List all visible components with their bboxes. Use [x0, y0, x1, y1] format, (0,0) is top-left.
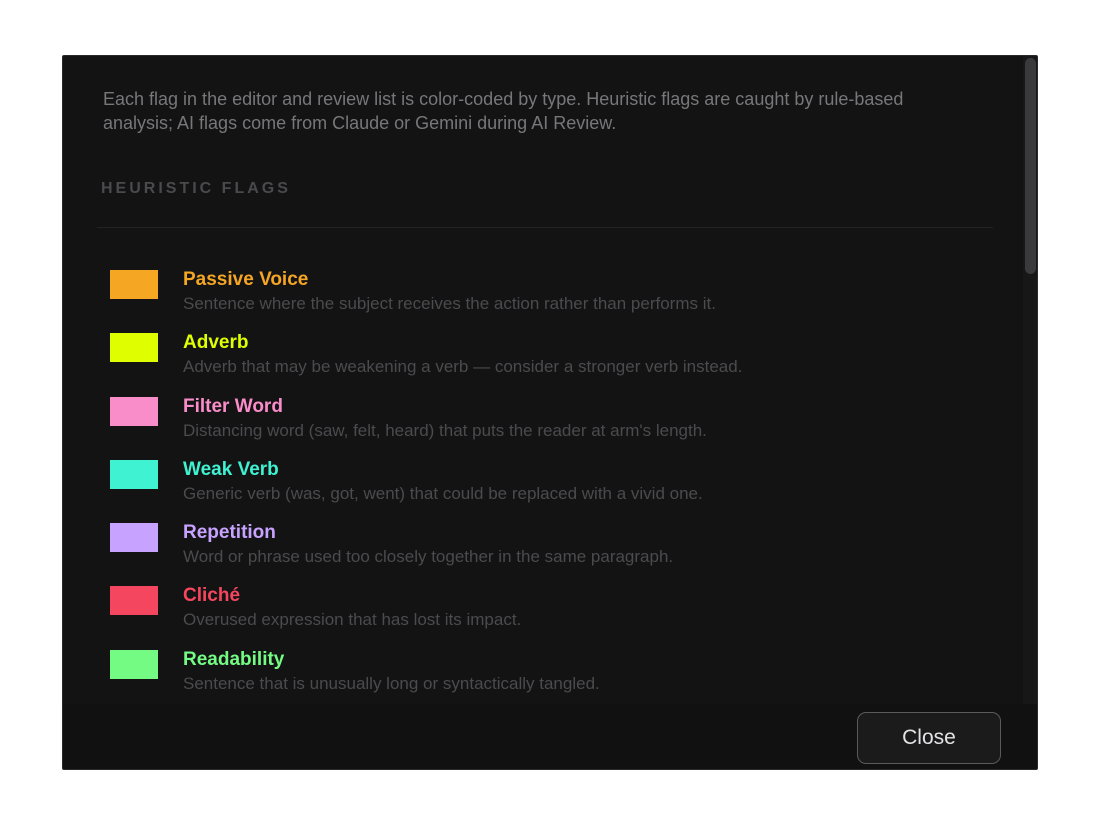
flag-description: Word or phrase used too closely together…	[183, 547, 674, 567]
flag-name: Weak Verb	[183, 458, 279, 480]
flag-item-adverb: Adverb Adverb that may be weakening a ve…	[63, 329, 1025, 392]
scrollbar-thumb[interactable]	[1025, 58, 1036, 274]
flag-description: Overused expression that has lost its im…	[183, 610, 522, 630]
dialog-footer: Close	[63, 704, 1037, 769]
flag-description: Sentence that is unusually long or synta…	[183, 673, 600, 693]
flag-list: Passive Voice Sentence where the subject…	[63, 266, 1025, 704]
flag-name: Readability	[183, 648, 285, 670]
section-divider	[97, 227, 993, 228]
flag-legend-dialog: Each flag in the editor and review list …	[62, 55, 1038, 770]
flag-color-swatch	[110, 459, 158, 489]
flag-color-swatch	[110, 396, 158, 426]
flag-item-filter-word: Filter Word Distancing word (saw, felt, …	[63, 393, 1025, 456]
section-heading: HEURISTIC FLAGS	[101, 180, 291, 197]
flag-item-readability: Readability Sentence that is unusually l…	[63, 646, 1025, 704]
flag-item-repetition: Repetition Word or phrase used too close…	[63, 519, 1025, 582]
flag-item-passive-voice: Passive Voice Sentence where the subject…	[63, 266, 1025, 329]
flag-description: Distancing word (saw, felt, heard) that …	[183, 420, 707, 440]
flag-item-weak-verb: Weak Verb Generic verb (was, got, went) …	[63, 456, 1025, 519]
flag-name: Passive Voice	[183, 269, 309, 290]
flag-description: Adverb that may be weakening a verb — co…	[183, 357, 743, 377]
close-button[interactable]: Close	[857, 712, 1001, 764]
flag-name: Adverb	[183, 332, 249, 354]
flag-name: Repetition	[183, 522, 276, 544]
flag-color-swatch	[110, 649, 158, 679]
flag-color-swatch	[110, 270, 158, 299]
dialog-scroll-area[interactable]: Each flag in the editor and review list …	[63, 56, 1025, 704]
flag-color-swatch	[110, 523, 158, 553]
flag-color-swatch	[110, 333, 158, 363]
flag-name: Filter Word	[183, 395, 283, 417]
flag-color-swatch	[110, 586, 158, 616]
flag-name: Cliché	[183, 585, 241, 607]
flag-item-cliche: Cliché Overused expression that has lost…	[63, 582, 1025, 645]
flag-description: Sentence where the subject receives the …	[183, 294, 716, 313]
flag-description: Generic verb (was, got, went) that could…	[183, 483, 703, 503]
scrollbar-track[interactable]	[1023, 56, 1037, 704]
intro-text: Each flag in the editor and review list …	[103, 89, 904, 133]
